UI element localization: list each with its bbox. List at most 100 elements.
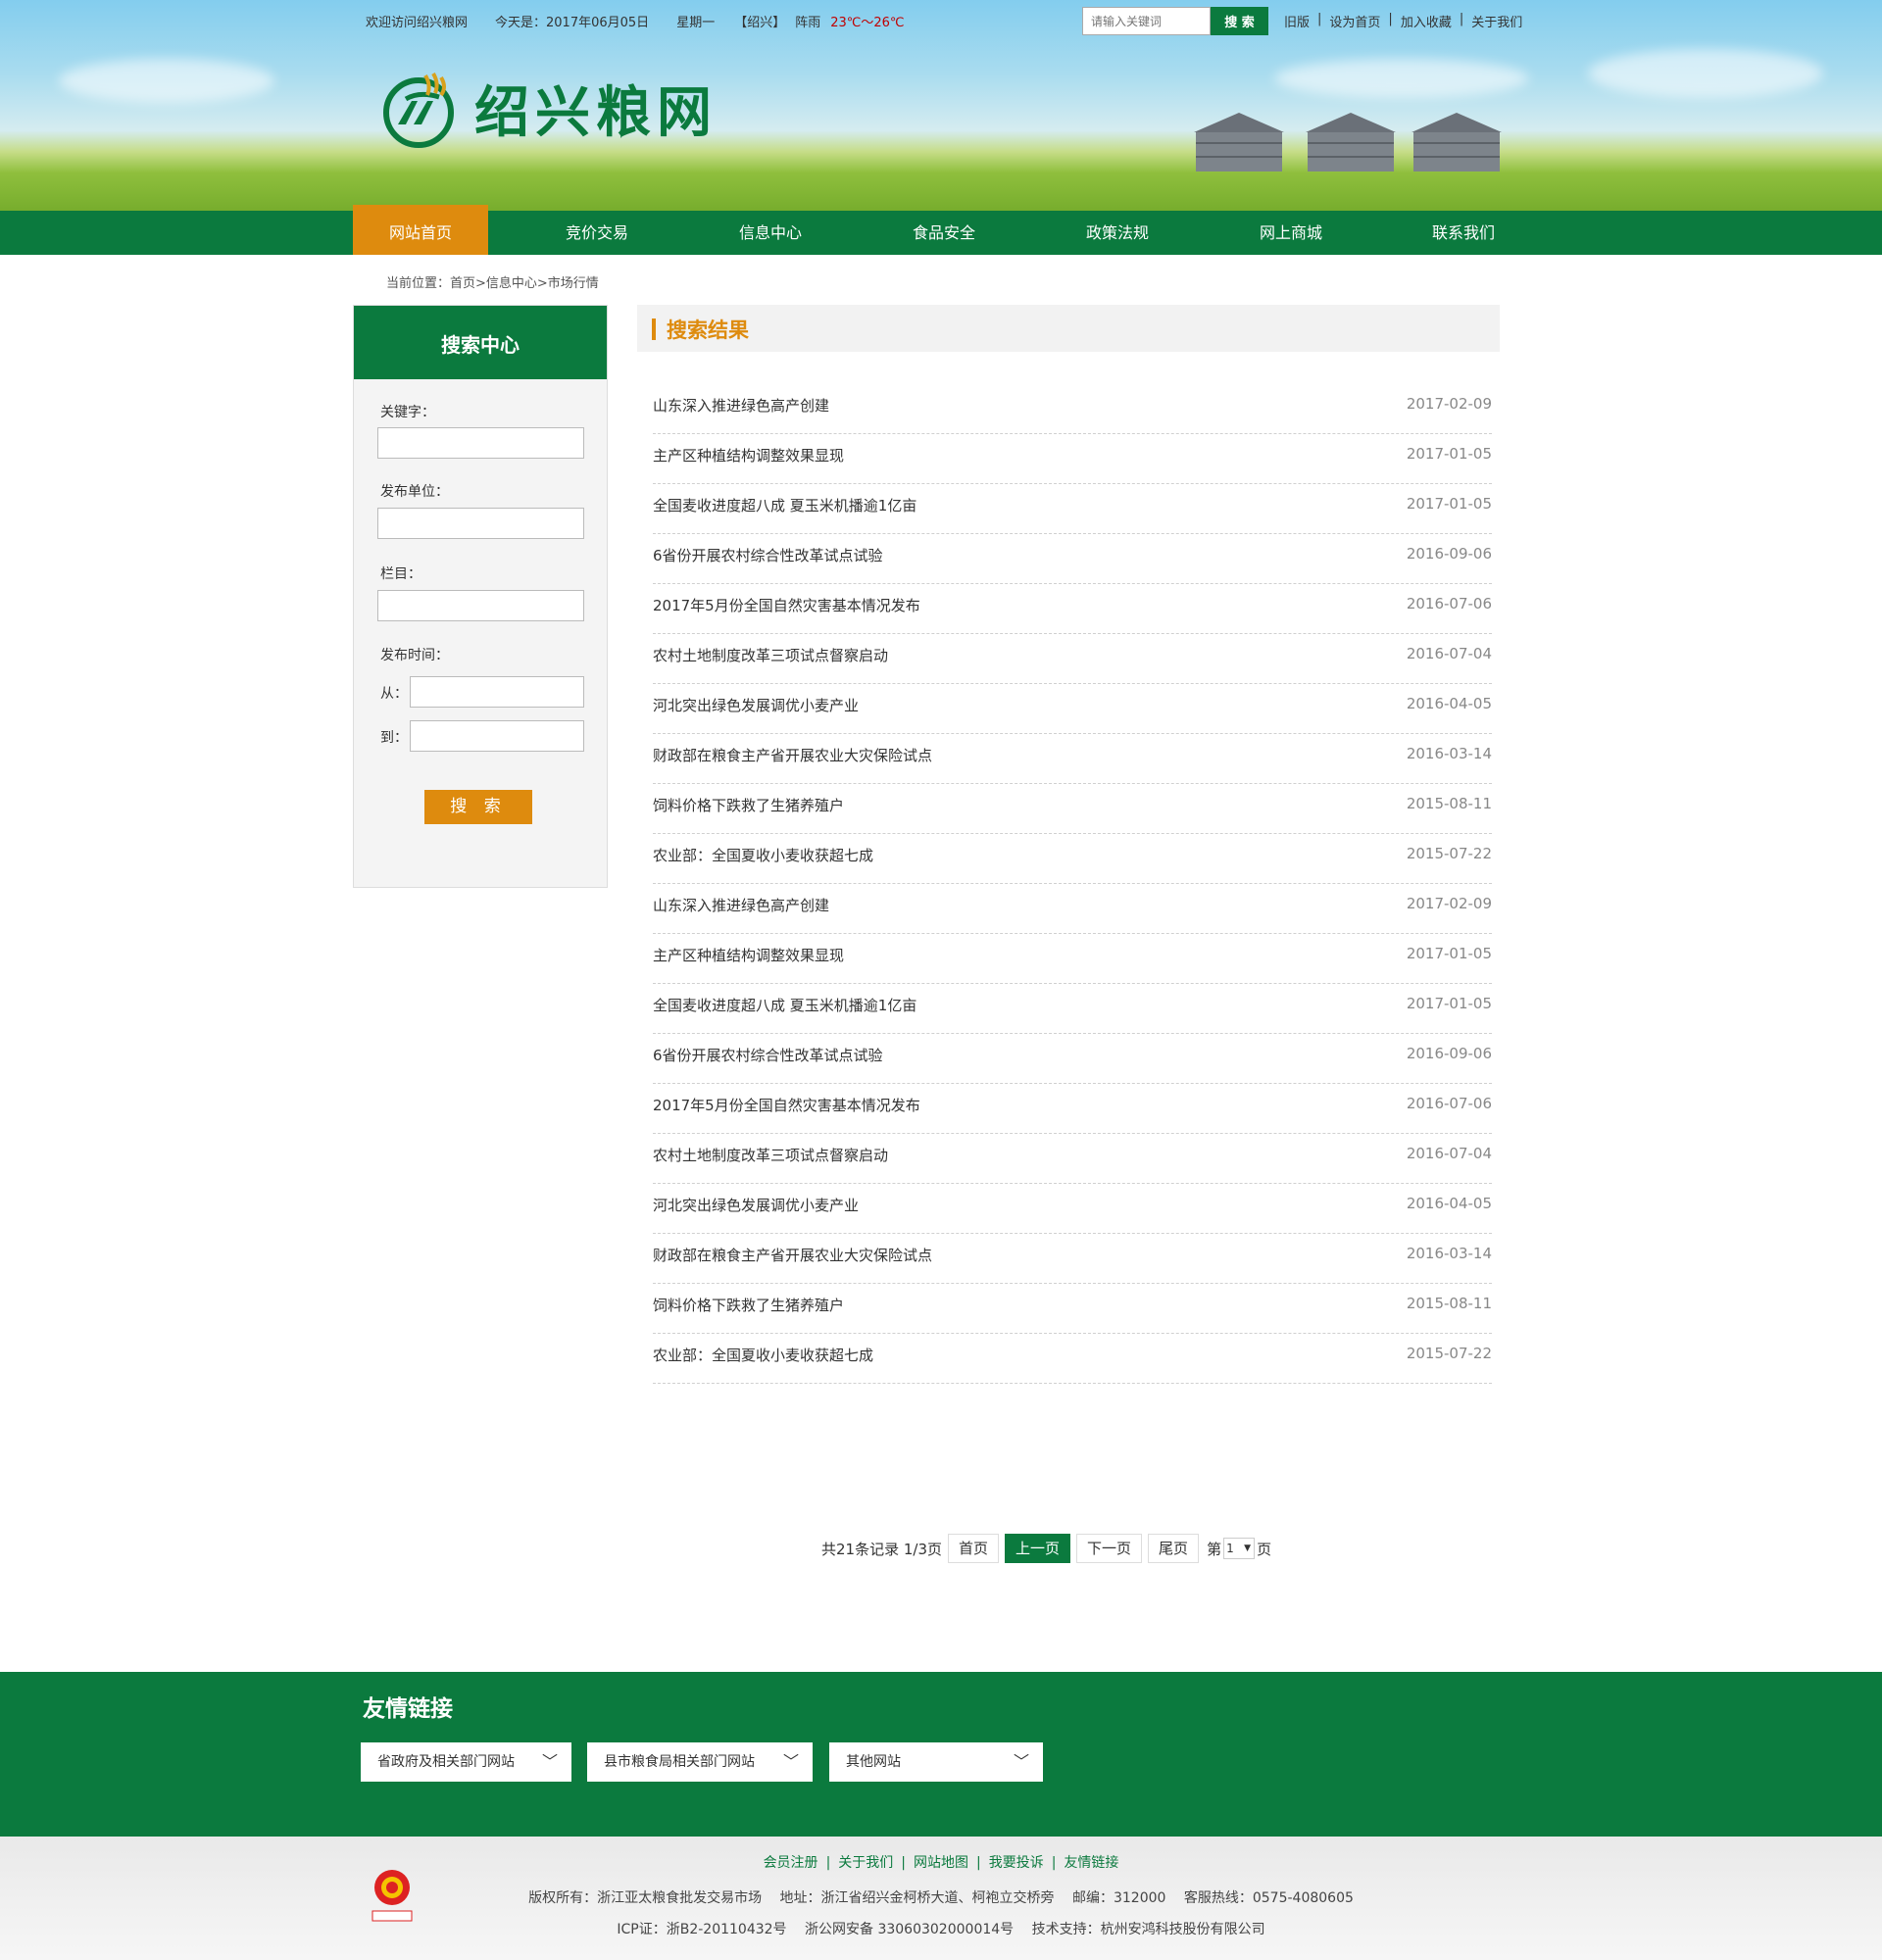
breadcrumb: 当前位置：首页>信息中心>市场行情 [386, 276, 599, 291]
divider: | [1388, 12, 1393, 26]
list-item[interactable]: 农业部：全国夏收小麦收获超七成 2015-07-22 [653, 1334, 1492, 1384]
about-us-link[interactable]: 关于我们 [1471, 12, 1522, 30]
result-date: 2016-07-04 [1406, 1145, 1492, 1162]
set-homepage-link[interactable]: 设为首页 [1329, 12, 1380, 30]
unit-label: 发布单位： [380, 484, 449, 500]
first-page-button[interactable]: 首页 [948, 1534, 1000, 1563]
silo-icon [1194, 113, 1284, 172]
result-title-link[interactable]: 饲料价格下跌救了生猪养殖户 [653, 795, 844, 815]
result-title-link[interactable]: 主产区种植结构调整效果显现 [653, 445, 844, 466]
footer-link-register[interactable]: 会员注册 [764, 1855, 818, 1871]
date-from-input[interactable] [410, 676, 584, 708]
list-item[interactable]: 2017年5月份全国自然灾害基本情况发布 2016-07-06 [653, 584, 1492, 634]
grain-bureau-sites-dropdown[interactable]: 县市粮食局相关部门网站 ﹀ [587, 1742, 813, 1782]
list-item[interactable]: 饲料价格下跌救了生猪养殖户 2015-08-11 [653, 1284, 1492, 1334]
result-date: 2017-01-05 [1406, 445, 1492, 463]
weather-text: 阵雨 [795, 16, 821, 30]
footer-link-sitemap[interactable]: 网站地图 [914, 1855, 968, 1871]
result-title-link[interactable]: 山东深入推进绿色高产创建 [653, 895, 829, 915]
result-title-link[interactable]: 财政部在粮食主产省开展农业大灾保险试点 [653, 1245, 932, 1265]
silo-icon [1306, 113, 1396, 172]
result-title-link[interactable]: 主产区种植结构调整效果显现 [653, 945, 844, 965]
divider: | [1459, 12, 1464, 26]
result-date: 2016-04-05 [1406, 1195, 1492, 1212]
site-logo[interactable]: 绍兴粮网 [376, 69, 718, 148]
column-input[interactable] [377, 590, 584, 621]
header-search-input[interactable] [1082, 7, 1211, 35]
next-page-button[interactable]: 下一页 [1076, 1534, 1143, 1563]
nav-item-shop[interactable]: 网上商城 [1223, 211, 1359, 255]
result-title-link[interactable]: 河北突出绿色发展调优小麦产业 [653, 695, 859, 715]
list-item[interactable]: 山东深入推进绿色高产创建 2017-02-09 [653, 384, 1492, 434]
weekday-text: 星期一 [676, 16, 716, 30]
nav-item-contact[interactable]: 联系我们 [1396, 211, 1531, 255]
list-item[interactable]: 河北突出绿色发展调优小麦产业 2016-04-05 [653, 1184, 1492, 1234]
nav-item-info-center[interactable]: 信息中心 [703, 211, 838, 255]
result-title-link[interactable]: 2017年5月份全国自然灾害基本情况发布 [653, 595, 920, 615]
friend-links-section: 友情链接 省政府及相关部门网站 ﹀ 县市粮食局相关部门网站 ﹀ 其他网站 ﹀ [0, 1672, 1882, 1837]
nav-item-policy[interactable]: 政策法规 [1050, 211, 1185, 255]
chevron-down-icon: ﹀ [1013, 1752, 1029, 1771]
result-title-link[interactable]: 2017年5月份全国自然灾害基本情况发布 [653, 1095, 920, 1115]
chevron-down-icon: ﹀ [782, 1752, 799, 1771]
add-favorite-link[interactable]: 加入收藏 [1401, 12, 1452, 30]
nav-item-food-safety[interactable]: 食品安全 [876, 211, 1012, 255]
result-title-link[interactable]: 全国麦收进度超八成 夏玉米机播逾1亿亩 [653, 995, 916, 1015]
result-title-link[interactable]: 山东深入推进绿色高产创建 [653, 395, 829, 416]
footer-link-friends[interactable]: 友情链接 [1064, 1855, 1118, 1871]
nav-item-home[interactable]: 网站首页 [353, 205, 488, 255]
header-search-button[interactable]: 搜 索 [1211, 7, 1268, 35]
list-item[interactable]: 主产区种植结构调整效果显现 2017-01-05 [653, 934, 1492, 984]
list-item[interactable]: 河北突出绿色发展调优小麦产业 2016-04-05 [653, 684, 1492, 734]
list-item[interactable]: 全国麦收进度超八成 夏玉米机播逾1亿亩 2017-01-05 [653, 484, 1492, 534]
list-item[interactable]: 农业部：全国夏收小麦收获超七成 2015-07-22 [653, 834, 1492, 884]
footer-link-complaint[interactable]: 我要投诉 [989, 1855, 1044, 1871]
list-item[interactable]: 财政部在粮食主产省开展农业大灾保险试点 2016-03-14 [653, 1234, 1492, 1284]
main-nav: 网站首页 竞价交易 信息中心 食品安全 政策法规 网上商城 联系我们 [0, 205, 1882, 255]
results-header: 搜索结果 [637, 305, 1500, 352]
result-date: 2015-07-22 [1406, 845, 1492, 862]
result-title-link[interactable]: 财政部在粮食主产省开展农业大灾保险试点 [653, 745, 932, 765]
grain-logo-icon [383, 72, 454, 148]
list-item[interactable]: 农村土地制度改革三项试点督察启动 2016-07-04 [653, 1134, 1492, 1184]
list-item[interactable]: 6省份开展农村综合性改革试点试验 2016-09-06 [653, 534, 1492, 584]
result-title-link[interactable]: 饲料价格下跌救了生猪养殖户 [653, 1295, 844, 1315]
prev-page-button[interactable]: 上一页 [1005, 1534, 1071, 1563]
list-item[interactable]: 2017年5月份全国自然灾害基本情况发布 2016-07-06 [653, 1084, 1492, 1134]
result-title-link[interactable]: 6省份开展农村综合性改革试点试验 [653, 545, 883, 565]
list-item[interactable]: 山东深入推进绿色高产创建 2017-02-09 [653, 884, 1492, 934]
result-title-link[interactable]: 农村土地制度改革三项试点督察启动 [653, 645, 888, 665]
result-title-link[interactable]: 6省份开展农村综合性改革试点试验 [653, 1045, 883, 1065]
list-item[interactable]: 6省份开展农村综合性改革试点试验 2016-09-06 [653, 1034, 1492, 1084]
result-title-link[interactable]: 农业部：全国夏收小麦收获超七成 [653, 1345, 873, 1365]
record-summary: 共21条记录 1/3页 [821, 1540, 942, 1558]
other-sites-dropdown[interactable]: 其他网站 ﹀ [829, 1742, 1043, 1782]
list-item[interactable]: 饲料价格下跌救了生猪养殖户 2015-08-11 [653, 784, 1492, 834]
list-item[interactable]: 主产区种植结构调整效果显现 2017-01-05 [653, 434, 1492, 484]
keyword-input[interactable] [377, 427, 584, 459]
cloud-decoration [1588, 49, 1823, 98]
footer-link-about[interactable]: 关于我们 [838, 1855, 893, 1871]
result-date: 2017-01-05 [1406, 945, 1492, 962]
header-search: 搜 索 [1082, 7, 1268, 35]
nav-item-bidding[interactable]: 竞价交易 [529, 211, 665, 255]
list-item[interactable]: 全国麦收进度超八成 夏玉米机播逾1亿亩 2017-01-05 [653, 984, 1492, 1034]
list-item[interactable]: 财政部在粮食主产省开展农业大灾保险试点 2016-03-14 [653, 734, 1492, 784]
cloud-decoration [59, 59, 274, 103]
pagination: 共21条记录 1/3页 首页 上一页 下一页 尾页 第 1 ▼ 页 [821, 1534, 1271, 1563]
last-page-button[interactable]: 尾页 [1148, 1534, 1200, 1563]
page-select[interactable]: 1 ▼ [1223, 1538, 1256, 1559]
from-label: 从： [380, 686, 408, 702]
gov-sites-dropdown[interactable]: 省政府及相关部门网站 ﹀ [361, 1742, 571, 1782]
unit-input[interactable] [377, 508, 584, 539]
old-version-link[interactable]: 旧版 [1284, 12, 1310, 30]
result-title-link[interactable]: 农村土地制度改革三项试点督察启动 [653, 1145, 888, 1165]
result-title-link[interactable]: 全国麦收进度超八成 夏玉米机播逾1亿亩 [653, 495, 916, 515]
result-title-link[interactable]: 农业部：全国夏收小麦收获超七成 [653, 845, 873, 865]
footer-links: 会员注册 | 关于我们 | 网站地图 | 我要投诉 | 友情链接 [0, 1852, 1882, 1872]
result-date: 2017-01-05 [1406, 495, 1492, 513]
date-to-input[interactable] [410, 720, 584, 752]
list-item[interactable]: 农村土地制度改革三项试点督察启动 2016-07-04 [653, 634, 1492, 684]
sidebar-search-button[interactable]: 搜 索 [424, 790, 532, 824]
result-title-link[interactable]: 河北突出绿色发展调优小麦产业 [653, 1195, 859, 1215]
